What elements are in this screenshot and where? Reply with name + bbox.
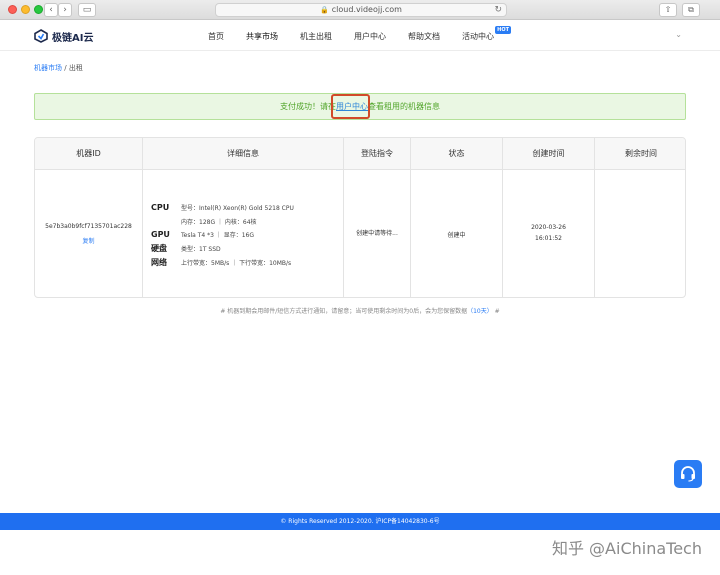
note-suffix: # (492, 308, 500, 315)
gpu-row: GPU Tesla T4 *3 ｜ 显存：16G (151, 230, 254, 239)
network-label: 网络 (151, 258, 167, 267)
zoom-window-button[interactable] (34, 5, 43, 14)
note-prefix: # 机器到期会用邮件/短信方式进行通知，请留意；当可使用剩余时间为0后，会为您保… (220, 308, 468, 315)
cpu-row: CPU 型号：Intel(R) Xeon(R) Gold 5218 CPU (151, 203, 294, 212)
success-banner: 支付成功！请在用户中心查看租用的机器信息 (34, 93, 686, 120)
cpu-memory-cores: 内存：128G ｜ 内核：64核 (181, 219, 257, 226)
network-info: 上行带宽：5MB/s ｜ 下行带宽：10MB/s (181, 260, 292, 267)
minimize-window-button[interactable] (21, 5, 30, 14)
address-bar[interactable]: 🔒 cloud.videojj.com ↻ (215, 3, 507, 17)
table-row: 5e7b3a0b9fcf7135701ac228 复制 (35, 170, 143, 297)
sidebar-toggle-icon[interactable]: ▭ (78, 3, 96, 17)
chevron-down-icon[interactable]: ⌄ (675, 30, 682, 39)
col-remaining-time: 剩余时间 (625, 149, 657, 158)
machine-details: CPU 型号：Intel(R) Xeon(R) Gold 5218 CPU 内存… (143, 170, 344, 297)
nav-activity-label: 活动中心 (462, 31, 494, 41)
headset-icon (681, 466, 695, 482)
table-header: 机器ID 详细信息 登陆指令 状态 创建时间 剩余时间 (35, 138, 685, 170)
col-machine-id: 机器ID (35, 138, 143, 170)
login-command: 创建中请等待... (356, 230, 398, 237)
reload-icon[interactable]: ↻ (494, 4, 502, 16)
brand-logo[interactable]: 极链AI云 (34, 28, 93, 44)
forward-button[interactable]: › (58, 3, 72, 17)
browser-toolbar: ‹ › ▭ 🔒 cloud.videojj.com ↻ ⇧ ⧉ (0, 0, 720, 20)
nav-activity-center[interactable]: 活动中心 HOT (462, 25, 511, 42)
nav-home[interactable]: 首页 (208, 31, 224, 42)
copy-button[interactable]: 复制 (35, 236, 142, 245)
url-text: cloud.videojj.com (331, 5, 402, 14)
col-login-cmd: 登陆指令 (344, 138, 411, 170)
logo-mark-icon (34, 29, 48, 43)
breadcrumb-machine-market[interactable]: 机器市场 (34, 64, 62, 72)
customer-service-button[interactable] (674, 460, 702, 488)
hot-badge: HOT (495, 25, 511, 34)
nav-user-center[interactable]: 用户中心 (354, 31, 386, 42)
banner-suffix: 查看租用的机器信息 (368, 102, 440, 111)
cpu-label: CPU (151, 203, 170, 212)
status-text: 创建中 (447, 232, 466, 239)
status-cell: 创建中 (411, 170, 503, 297)
network-row: 网络 上行带宽：5MB/s ｜ 下行带宽：10MB/s (151, 257, 291, 268)
remaining-time-cell (595, 170, 685, 297)
disk-row: 硬盘 类型：1T SSD (151, 243, 221, 254)
user-center-link[interactable]: 用户中心 (336, 102, 368, 111)
gpu-info: Tesla T4 *3 ｜ 显存：16G (181, 232, 255, 239)
watermark: 知乎 @AiChinaTech (551, 539, 702, 558)
breadcrumb-separator: / (64, 64, 67, 72)
main-nav: 首页 共享市场 机主出租 用户中心 帮助文档 活动中心 HOT (208, 21, 516, 51)
back-button[interactable]: ‹ (44, 3, 58, 17)
close-window-button[interactable] (8, 5, 17, 14)
note-days: （10天） (467, 308, 493, 315)
site-header: 极链AI云 首页 共享市场 机主出租 用户中心 帮助文档 活动中心 HOT ⌄ (0, 21, 720, 51)
breadcrumb-current: 出租 (68, 64, 83, 72)
machine-table: 机器ID 详细信息 登陆指令 状态 创建时间 剩余时间 5e7b3a0b9fcf… (34, 137, 686, 298)
expiry-note: # 机器到期会用邮件/短信方式进行通知，请留意；当可使用剩余时间为0后，会为您保… (0, 306, 720, 315)
created-time-cell: 2020-03-26 16:01:52 (503, 170, 595, 297)
nav-owner-rent[interactable]: 机主出租 (300, 31, 332, 42)
lock-icon: 🔒 (320, 6, 329, 14)
nav-help-docs[interactable]: 帮助文档 (408, 31, 440, 42)
machine-id: 5e7b3a0b9fcf7135701ac228 (45, 223, 132, 230)
disk-label: 硬盘 (151, 244, 167, 253)
tabs-overview-icon[interactable]: ⧉ (682, 3, 700, 17)
cpu-model: 型号：Intel(R) Xeon(R) Gold 5218 CPU (181, 205, 294, 212)
banner-prefix: 支付成功！请在 (280, 102, 336, 111)
gpu-label: GPU (151, 230, 170, 239)
col-status: 状态 (411, 138, 503, 170)
login-command-cell: 创建中请等待... (344, 170, 411, 297)
share-icon[interactable]: ⇧ (659, 3, 677, 17)
site-footer: © Rights Reserved 2012-2020. 沪ICP备140428… (0, 513, 720, 530)
brand-name: 极链AI云 (52, 32, 94, 44)
created-time: 16:01:52 (535, 235, 562, 242)
created-date: 2020-03-26 (531, 224, 566, 231)
disk-info: 类型：1T SSD (181, 246, 221, 253)
breadcrumb: 机器市场 / 出租 (34, 63, 83, 73)
col-details: 详细信息 (143, 138, 344, 170)
col-created-time: 创建时间 (503, 138, 595, 170)
nav-shared-market[interactable]: 共享市场 (246, 31, 278, 42)
